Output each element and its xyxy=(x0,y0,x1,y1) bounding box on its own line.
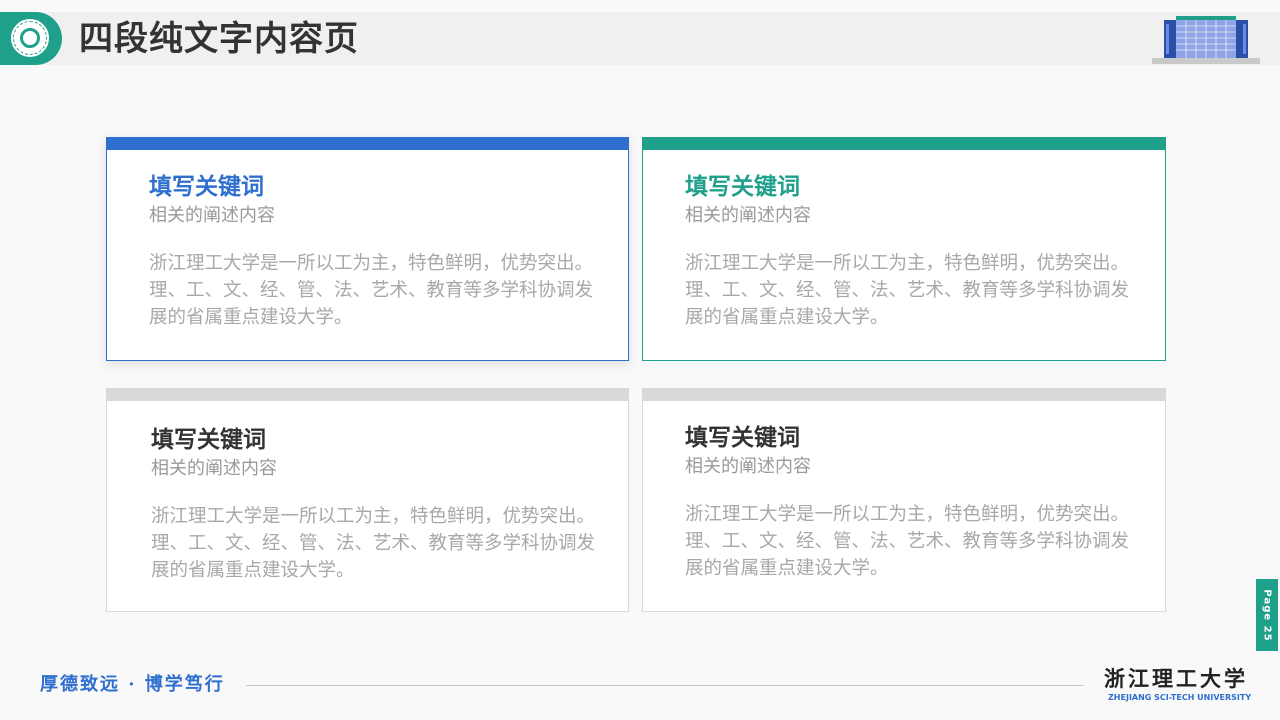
content-card-1: 填写关键词 相关的阐述内容 浙江理工大学是一所以工为主，特色鲜明，优势突出。理、… xyxy=(106,137,629,361)
card-body: 浙江理工大学是一所以工为主，特色鲜明，优势突出。理、工、文、经、管、法、艺术、教… xyxy=(685,504,1130,579)
card-subtitle: 相关的阐述内容 xyxy=(149,205,275,226)
card-title: 填写关键词 xyxy=(685,425,800,451)
page-number-label: Page 25 xyxy=(1261,588,1273,642)
content-card-2: 填写关键词 相关的阐述内容 浙江理工大学是一所以工为主，特色鲜明，优势突出。理、… xyxy=(642,137,1166,361)
content-card-4: 填写关键词 相关的阐述内容 浙江理工大学是一所以工为主，特色鲜明，优势突出。理、… xyxy=(642,388,1166,612)
card-title: 填写关键词 xyxy=(149,174,264,200)
content-card-3: 填写关键词 相关的阐述内容 浙江理工大学是一所以工为主，特色鲜明，优势突出。理、… xyxy=(106,388,629,612)
university-emblem-icon xyxy=(8,16,52,60)
card-subtitle: 相关的阐述内容 xyxy=(685,205,811,226)
campus-building-icon xyxy=(1152,16,1260,64)
card-accent-bar xyxy=(107,138,628,150)
card-accent-bar xyxy=(107,389,628,401)
footer-divider xyxy=(246,685,1084,686)
page-title: 四段纯文字内容页 xyxy=(79,19,359,59)
card-accent-bar xyxy=(643,138,1165,150)
university-name-cn: 浙江理工大学 xyxy=(1104,666,1248,691)
emblem-core xyxy=(20,28,40,48)
card-body: 浙江理工大学是一所以工为主，特色鲜明，优势突出。理、工、文、经、管、法、艺术、教… xyxy=(149,253,594,328)
card-title: 填写关键词 xyxy=(151,427,266,453)
card-accent-bar xyxy=(643,389,1165,401)
university-motto: 厚德致远 · 博学笃行 xyxy=(40,674,225,695)
card-subtitle: 相关的阐述内容 xyxy=(151,458,277,479)
university-name-en: ZHEJIANG SCI-TECH UNIVERSITY xyxy=(1108,693,1252,702)
card-body: 浙江理工大学是一所以工为主，特色鲜明，优势突出。理、工、文、经、管、法、艺术、教… xyxy=(151,506,596,581)
card-body: 浙江理工大学是一所以工为主，特色鲜明，优势突出。理、工、文、经、管、法、艺术、教… xyxy=(685,253,1130,328)
page-number-tab: Page 25 xyxy=(1256,579,1278,651)
card-subtitle: 相关的阐述内容 xyxy=(685,456,811,477)
card-title: 填写关键词 xyxy=(685,174,800,200)
